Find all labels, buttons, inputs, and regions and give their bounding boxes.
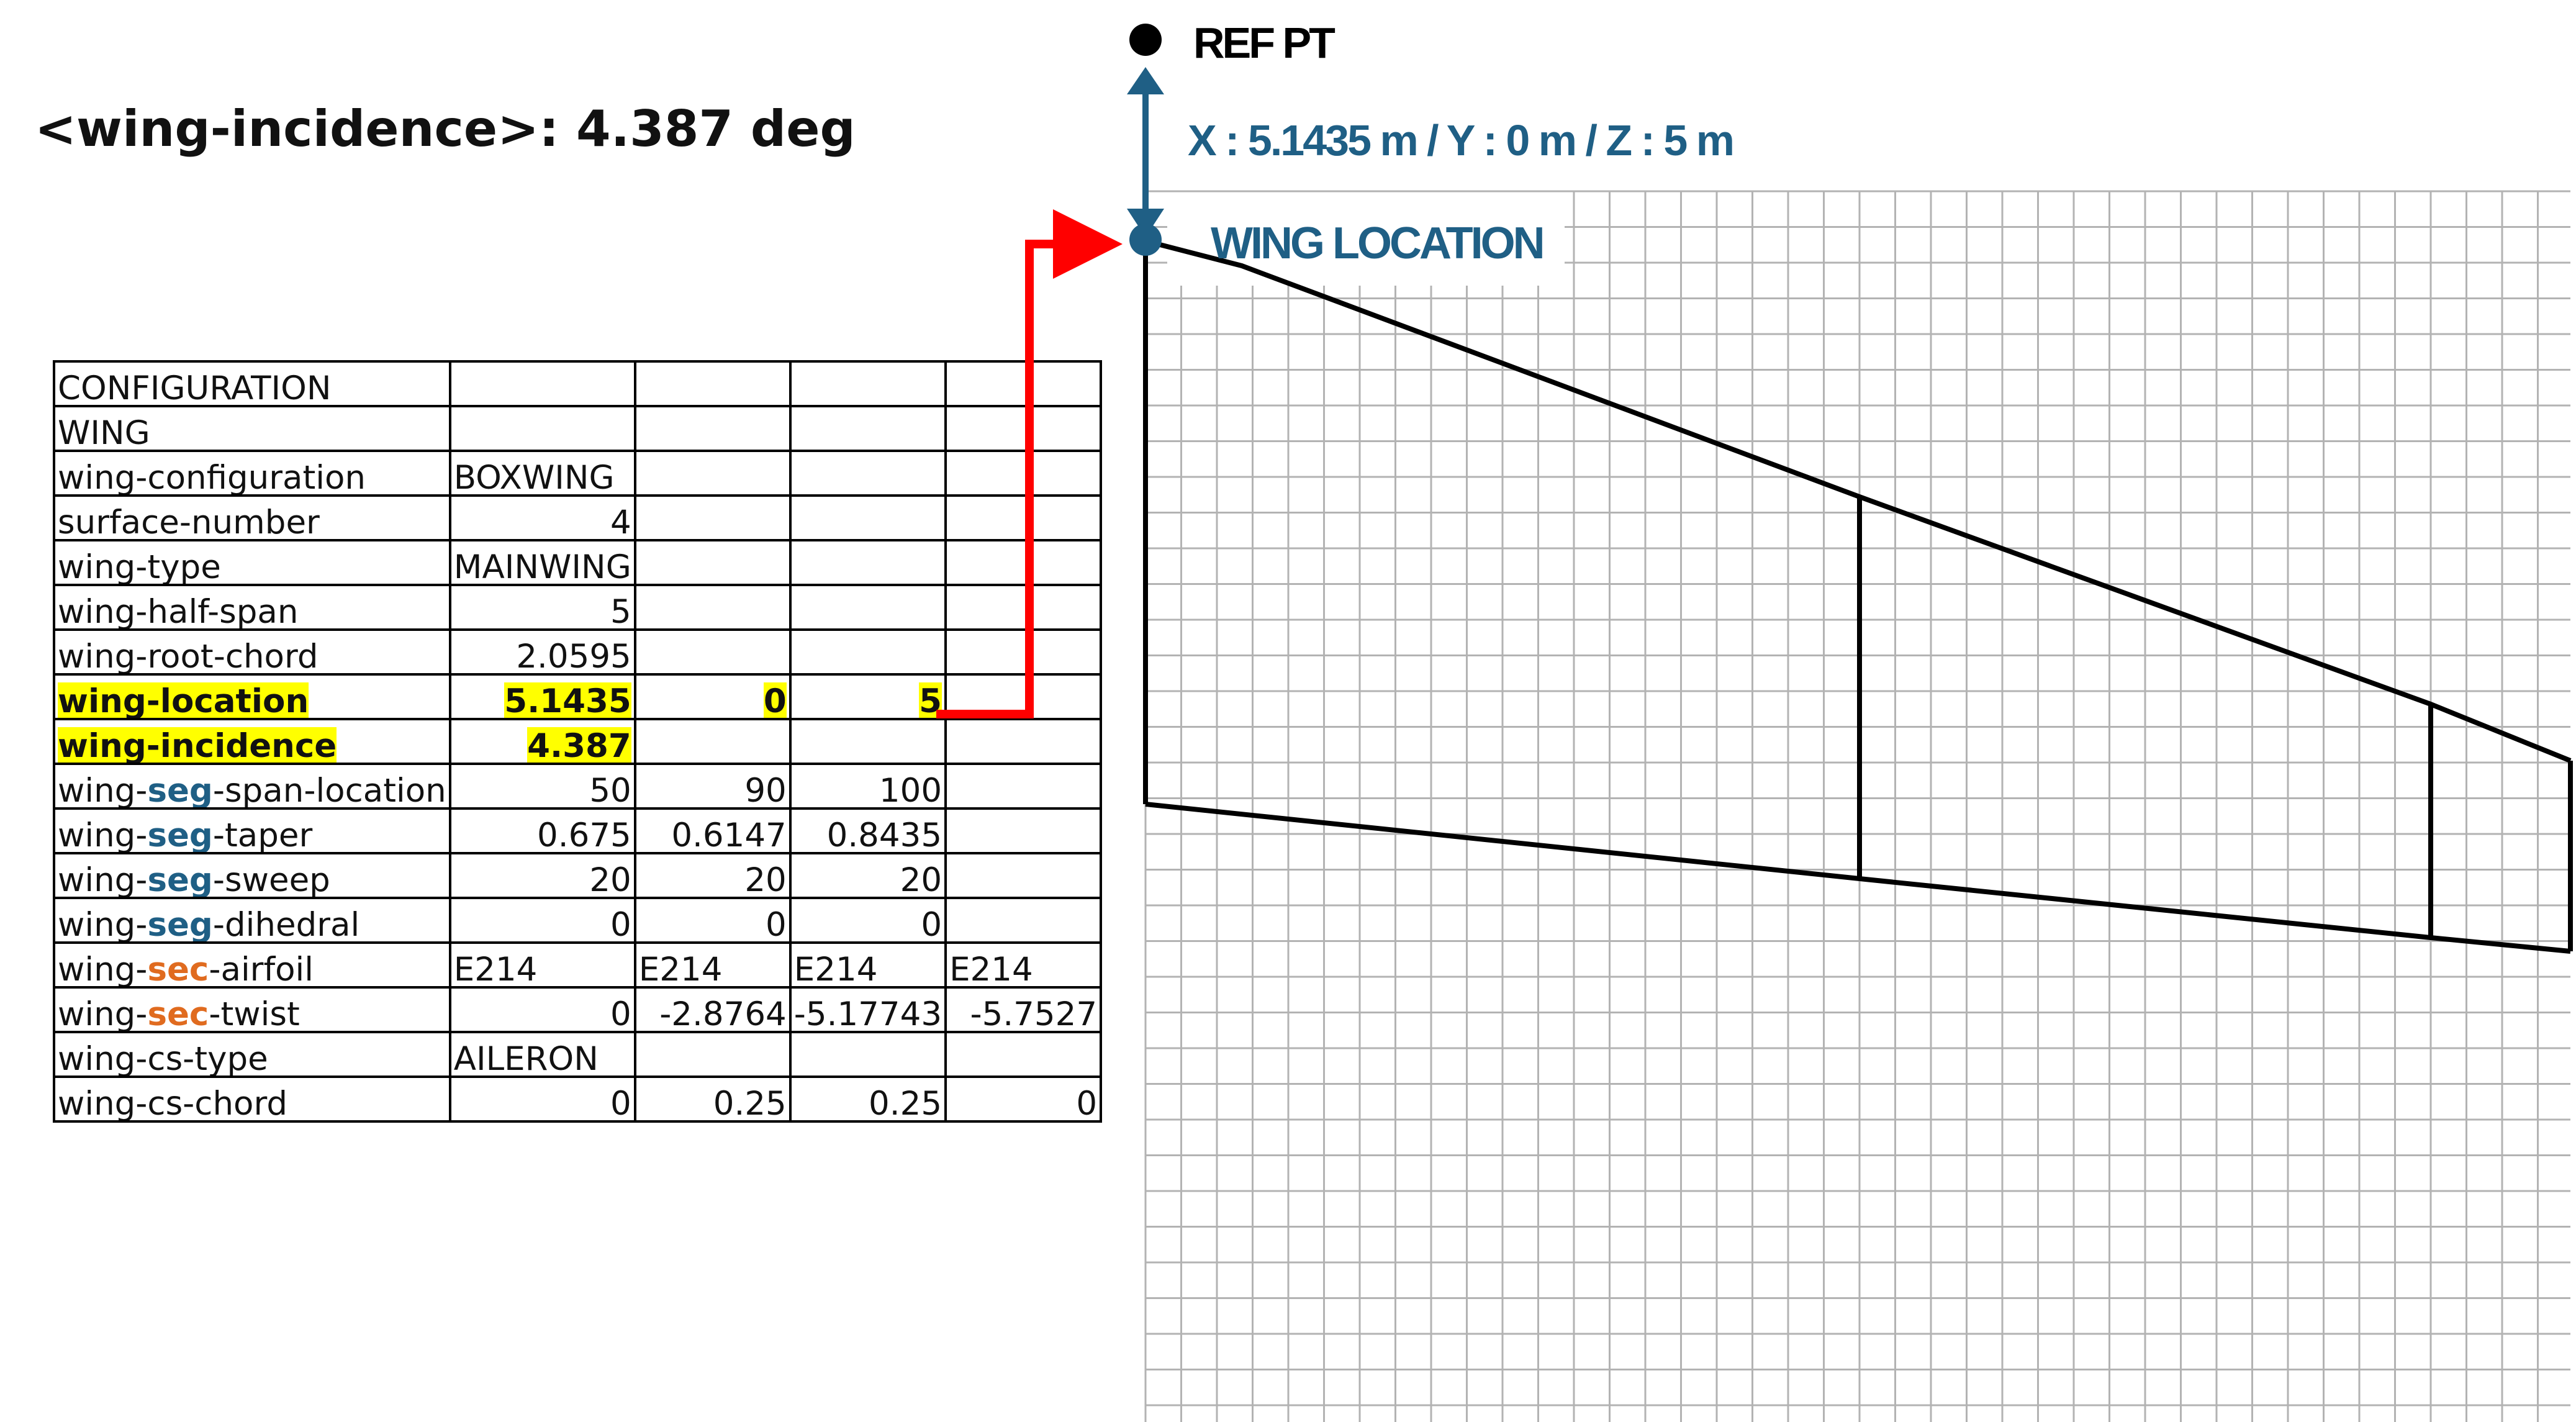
wing-location-label: WING LOCATION — [1211, 219, 1543, 268]
ref-point-marker — [1129, 24, 1162, 56]
wing-location-marker — [1129, 224, 1162, 256]
wing-location-pointer-arrow — [936, 209, 1123, 718]
ref-point-label: REF PT — [1193, 19, 1335, 67]
wing-planform-diagram: REF PT X : 5.1435 m / Y : 0 m / Z : 5 m … — [936, 19, 2573, 1422]
ref-to-location-arrow — [1127, 67, 1164, 237]
location-offset-label: X : 5.1435 m / Y : 0 m / Z : 5 m — [1188, 116, 1733, 165]
